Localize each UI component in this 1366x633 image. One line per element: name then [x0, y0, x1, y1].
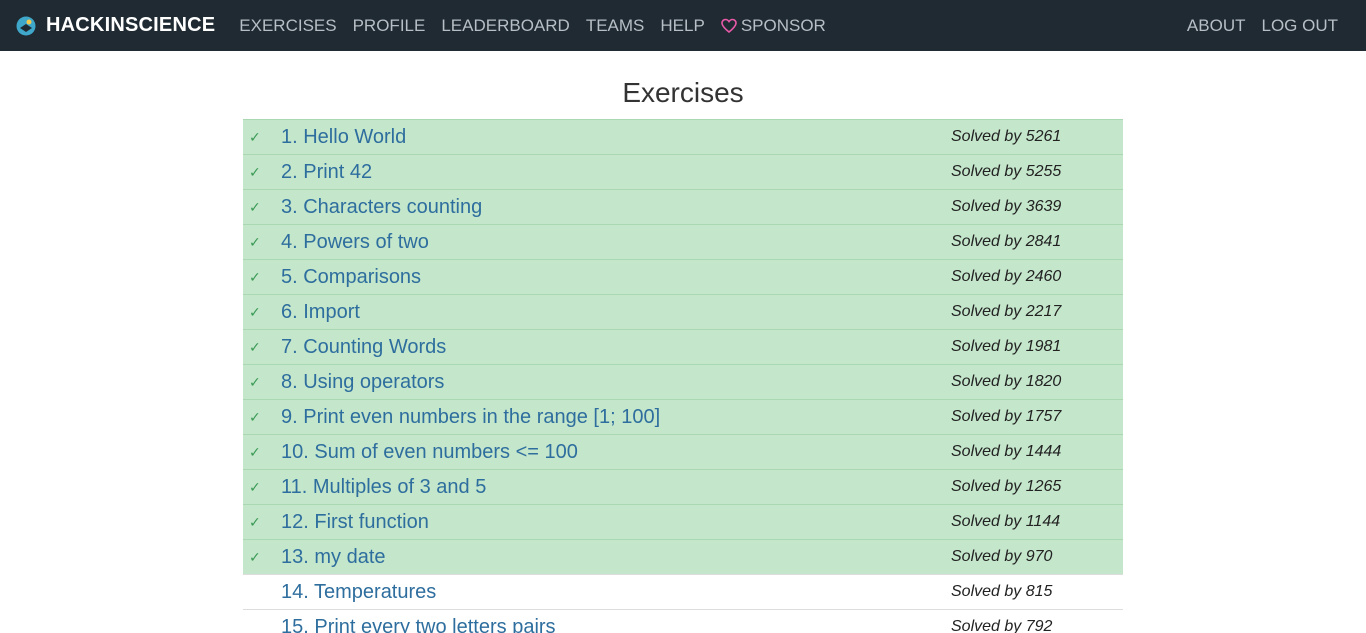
- solved-count: Solved by 815: [951, 583, 1053, 600]
- exercise-row: ✓ 1. Hello World Solved by 5261: [243, 119, 1123, 154]
- exercise-row: ✓ 4. Powers of two Solved by 2841: [243, 224, 1123, 259]
- nav-exercises[interactable]: EXERCISES: [239, 16, 336, 36]
- nav-teams[interactable]: TEAMS: [586, 16, 645, 36]
- exercise-row: ✓ 9. Print even numbers in the range [1; …: [243, 399, 1123, 434]
- solved-count: Solved by 1444: [951, 443, 1062, 460]
- solved-count: Solved by 2841: [951, 233, 1062, 250]
- heart-icon: [721, 18, 737, 33]
- check-icon: ✓: [249, 408, 261, 425]
- solved-count: Solved by 1757: [951, 408, 1062, 425]
- check-icon: ✓: [249, 373, 261, 390]
- solved-count: Solved by 792: [951, 618, 1053, 633]
- exercise-link[interactable]: 1. Hello World: [281, 126, 951, 149]
- exercise-row: 15. Print every two letters pairs Solved …: [243, 609, 1123, 633]
- check-icon: ✓: [249, 233, 261, 250]
- exercise-link[interactable]: 13. my date: [281, 546, 951, 569]
- exercise-link[interactable]: 12. First function: [281, 511, 951, 534]
- exercise-row: ✓ 13. my date Solved by 970: [243, 539, 1123, 574]
- exercise-link[interactable]: 2. Print 42: [281, 161, 951, 184]
- page-title: Exercises: [622, 77, 744, 108]
- exercise-row: ✓ 11. Multiples of 3 and 5 Solved by 1265: [243, 469, 1123, 504]
- exercise-row: ✓ 3. Characters counting Solved by 3639: [243, 189, 1123, 224]
- exercise-row: ✓ 6. Import Solved by 2217: [243, 294, 1123, 329]
- exercise-row: ✓ 5. Comparisons Solved by 2460: [243, 259, 1123, 294]
- solved-count: Solved by 1820: [951, 373, 1062, 390]
- check-icon: ✓: [249, 198, 261, 215]
- check-icon: ✓: [249, 478, 261, 495]
- solved-count: Solved by 2460: [951, 268, 1062, 285]
- brand-link[interactable]: HACKINSCIENCE: [16, 14, 215, 37]
- exercise-row: 14. Temperatures Solved by 815: [243, 574, 1123, 609]
- exercise-row: ✓ 12. First function Solved by 1144: [243, 504, 1123, 539]
- solved-count: Solved by 2217: [951, 303, 1062, 320]
- check-icon: ✓: [249, 128, 261, 145]
- exercise-row: ✓ 10. Sum of even numbers <= 100 Solved by…: [243, 434, 1123, 469]
- exercise-row: ✓ 7. Counting Words Solved by 1981: [243, 329, 1123, 364]
- nav-logout[interactable]: LOG OUT: [1261, 16, 1338, 36]
- exercise-row: ✓ 8. Using operators Solved by 1820: [243, 364, 1123, 399]
- nav-left: HACKINSCIENCE EXERCISES PROFILE LEADERBO…: [16, 14, 842, 37]
- check-icon: ✓: [249, 268, 261, 285]
- solved-count: Solved by 5261: [951, 128, 1062, 145]
- exercise-link[interactable]: 14. Temperatures: [281, 581, 951, 604]
- exercise-link[interactable]: 8. Using operators: [281, 371, 951, 394]
- main-content: Exercises ✓ 1. Hello World Solved by 5261 ✓…: [243, 77, 1123, 633]
- exercise-link[interactable]: 7. Counting Words: [281, 336, 951, 359]
- exercise-link[interactable]: 5. Comparisons: [281, 266, 951, 289]
- check-icon: ✓: [249, 443, 261, 460]
- nav-about[interactable]: ABOUT: [1187, 16, 1246, 36]
- top-navbar: HACKINSCIENCE EXERCISES PROFILE LEADERBO…: [0, 0, 1366, 51]
- exercise-link[interactable]: 6. Import: [281, 301, 951, 324]
- solved-count: Solved by 1144: [951, 513, 1061, 530]
- exercise-link[interactable]: 15. Print every two letters pairs: [281, 616, 951, 633]
- solved-count: Solved by 5255: [951, 163, 1062, 180]
- nav-sponsor[interactable]: SPONSOR: [721, 16, 826, 36]
- check-icon: ✓: [249, 338, 261, 355]
- nav-right: ABOUT LOG OUT: [1187, 16, 1350, 36]
- solved-count: Solved by 1981: [951, 338, 1062, 355]
- exercise-link[interactable]: 9. Print even numbers in the range [1; 1…: [281, 406, 951, 429]
- nav-sponsor-label: SPONSOR: [740, 15, 826, 35]
- check-icon: ✓: [249, 303, 261, 320]
- check-icon: ✓: [249, 513, 261, 530]
- exercise-link[interactable]: 11. Multiples of 3 and 5: [281, 476, 951, 499]
- solved-count: Solved by 1265: [951, 478, 1062, 495]
- check-icon: ✓: [249, 163, 261, 180]
- nav-profile[interactable]: PROFILE: [353, 16, 426, 36]
- nav-leaderboard[interactable]: LEADERBOARD: [441, 16, 569, 36]
- exercise-row: ✓ 2. Print 42 Solved by 5255: [243, 154, 1123, 189]
- exercise-link[interactable]: 3. Characters counting: [281, 196, 951, 219]
- exercise-link[interactable]: 4. Powers of two: [281, 231, 951, 254]
- brand-name: HACKINSCIENCE: [46, 14, 216, 36]
- hackinscience-logo-icon: [16, 16, 36, 35]
- exercise-list: ✓ 1. Hello World Solved by 5261 ✓ 2. Print 4…: [243, 119, 1123, 633]
- solved-count: Solved by 3639: [951, 198, 1062, 215]
- solved-count: Solved by 970: [951, 548, 1053, 565]
- nav-help[interactable]: HELP: [660, 16, 704, 36]
- exercise-link[interactable]: 10. Sum of even numbers <= 100: [281, 441, 951, 464]
- check-icon: ✓: [249, 548, 261, 565]
